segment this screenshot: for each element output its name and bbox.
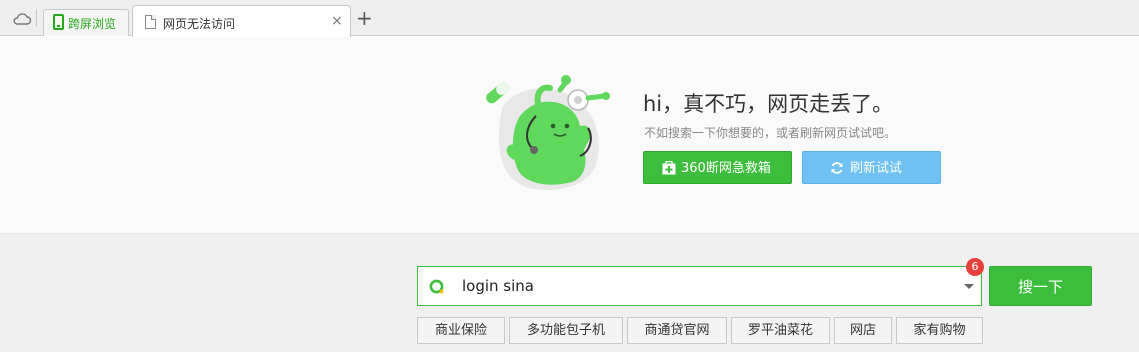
- search-input[interactable]: login sina: [462, 277, 534, 295]
- search-button[interactable]: 搜一下: [989, 266, 1092, 306]
- first-aid-kit-icon: [662, 161, 676, 175]
- suggestion-chip[interactable]: 网店: [834, 317, 892, 344]
- tab-active-page[interactable]: 网页无法访问 ×: [132, 5, 351, 37]
- tab-cross-screen[interactable]: 跨屏浏览: [43, 9, 129, 36]
- suggestion-chip[interactable]: 商通贷官网: [627, 317, 727, 344]
- suggestion-chip[interactable]: 多功能包子机: [509, 317, 623, 344]
- rescue-kit-button[interactable]: 360断网急救箱: [643, 151, 792, 184]
- refresh-label: 刷新试试: [850, 161, 903, 176]
- error-headline: hi，真不巧，网页走丢了。: [643, 92, 894, 116]
- suggestion-chip[interactable]: 家有购物: [896, 317, 983, 344]
- cloud-icon[interactable]: [12, 11, 32, 27]
- search-box[interactable]: login sina: [417, 266, 982, 306]
- mascot-doctor-illustration: [486, 75, 610, 190]
- tab-label: 网页无法访问: [163, 17, 236, 31]
- refresh-icon: [831, 162, 843, 174]
- rescue-kit-label: 360断网急救箱: [681, 161, 771, 176]
- suggestion-chip[interactable]: 商业保险: [417, 317, 505, 344]
- tab-label: 跨屏浏览: [68, 17, 117, 31]
- chevron-down-icon[interactable]: [964, 284, 974, 289]
- tab-bar: 跨屏浏览 网页无法访问 × +: [0, 0, 1139, 37]
- close-icon[interactable]: ×: [331, 13, 343, 29]
- page-icon: [145, 15, 156, 29]
- new-tab-button[interactable]: +: [356, 8, 373, 28]
- tab-separator: [36, 9, 37, 27]
- suggestion-chip[interactable]: 罗平油菜花: [731, 317, 830, 344]
- refresh-button[interactable]: 刷新试试: [802, 151, 941, 184]
- search-engine-logo-icon: [429, 279, 444, 294]
- error-subline: 不如搜索一下你想要的，或者刷新网页试试吧。: [644, 126, 897, 140]
- phone-icon: [53, 14, 64, 30]
- notification-badge: 6: [966, 258, 984, 276]
